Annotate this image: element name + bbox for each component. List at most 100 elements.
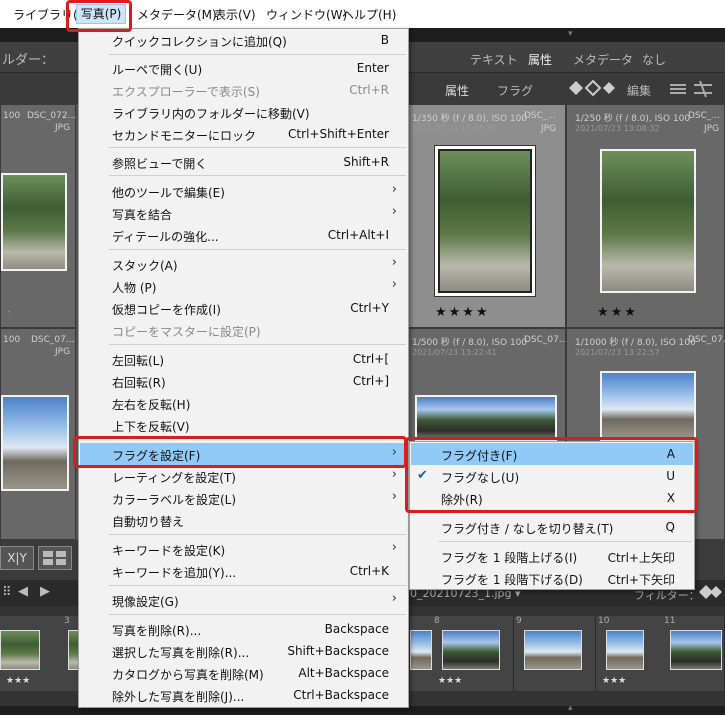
edit-filter-icons[interactable]	[668, 79, 718, 99]
flag-filter-icon[interactable]	[696, 582, 722, 605]
submenu-item-toggle-flag[interactable]: フラグ付き / なしを切り替え(T) Q	[411, 516, 693, 538]
menu-item-show-explorer: エクスプローラーで表示(S) Ctrl+R	[112, 83, 389, 99]
menu-separator	[109, 147, 406, 148]
menu-separator	[109, 54, 406, 55]
menu-item-add-keywords[interactable]: キーワードを追加(Y)... Ctrl+K	[80, 560, 407, 582]
filmstrip-item[interactable]: 9	[514, 616, 596, 691]
menu-separator	[109, 534, 406, 535]
menu-item-open-reference-view[interactable]: 参照ビューで開く Shift+R	[80, 151, 407, 173]
filmstrip-thumbnail[interactable]	[670, 630, 722, 670]
cell-filename: DSC_...	[688, 111, 721, 121]
photo-thumbnail[interactable]	[438, 149, 532, 293]
attribute-label: 属性	[445, 84, 470, 98]
photo-thumbnail[interactable]	[1, 173, 67, 271]
filter-tab-none[interactable]: なし	[642, 51, 666, 68]
photo-thumbnail[interactable]	[600, 371, 696, 441]
menu-item-enhance-details[interactable]: ディテールの強化... Ctrl+Alt+I	[80, 224, 407, 246]
menu-item-delete-rejected[interactable]: 除外した写真を削除(J)... Ctrl+Backspace	[80, 684, 407, 706]
filmstrip-thumbnail[interactable]	[442, 630, 500, 670]
submenu-item-increase-flag[interactable]: フラグを 1 段階上げる(I) Ctrl+上矢印	[411, 545, 693, 567]
submenu-arrow-icon: ›	[391, 489, 397, 504]
menu-item-auto-advance[interactable]: 自動切り替え	[80, 509, 407, 531]
menu-item-lock-second-monitor[interactable]: セカンドモニターにロック Ctrl+Shift+Enter	[80, 123, 407, 145]
cell-filename: DSC_072...	[27, 111, 77, 121]
menu-item-go-to-folder[interactable]: ライブラリ内のフォルダーに移動(V)	[80, 101, 407, 123]
filter-tab-metadata[interactable]: メタデータ	[573, 51, 633, 68]
submenu-item-decrease-flag[interactable]: フラグを 1 段階下げる(D) Ctrl+下矢印	[411, 567, 693, 589]
submenu-arrow-icon: ›	[391, 255, 397, 270]
grid-cell[interactable]: 100 DSC_072... JPG ·	[0, 104, 76, 328]
menu-item-stacking[interactable]: スタック(A) ›	[80, 253, 407, 275]
filmstrip-stars: ★★★	[6, 676, 31, 686]
cell-filename: DSC_07...	[688, 335, 725, 345]
grid-small-icon[interactable]: ⠿	[2, 585, 12, 600]
cell-date: 2021/07/23 13:22:41	[412, 348, 497, 357]
menu-item-add-quick-collection[interactable]: クイックコレクションに追加(Q) B	[80, 29, 407, 51]
cell-exif: 1/250 秒 (f / 8.0), ISO 100	[575, 114, 691, 124]
folder-filter-label: ルダー：	[2, 53, 55, 68]
rating-stars[interactable]: ★★★★	[435, 305, 490, 320]
filmstrip-item[interactable]: 8 ★★★	[432, 616, 514, 691]
filmstrip-stars: ★★★	[438, 676, 463, 686]
filmstrip-thumbnail[interactable]	[410, 630, 432, 670]
callout-photo-menu	[66, 0, 132, 32]
filmstrip-item[interactable]: 11	[662, 616, 725, 691]
menu-item-remove-photo[interactable]: 写真を削除(R)... Backspace	[80, 618, 407, 640]
menu-separator	[109, 614, 406, 615]
survey-view-icon[interactable]	[38, 546, 72, 570]
menu-item-remove-selected-photos[interactable]: 選択した写真を削除(R)... Shift+Backspace	[80, 640, 407, 662]
menu-separator	[109, 175, 406, 176]
filmstrip-thumbnail[interactable]	[0, 630, 40, 670]
menu-item-flip-horizontal[interactable]: 左右を反転(H)	[80, 392, 407, 414]
callout-flag-options	[405, 437, 698, 513]
menu-item-set-rating[interactable]: レーティングを設定(T) ›	[80, 465, 407, 487]
grid-cell[interactable]: 100 DSC_07... JPG	[0, 328, 76, 540]
expand-arrow-icon[interactable]: ▴	[568, 703, 573, 713]
collapse-arrow-icon[interactable]: ▾	[568, 29, 573, 39]
menu-item-people[interactable]: 人物 (P) ›	[80, 275, 407, 297]
filmstrip-stars: ★★★	[602, 676, 627, 686]
filmstrip-number: 9	[516, 616, 522, 626]
grid-cell[interactable]: 1/350 秒 (f / 8.0), ISO 100 DSC_... 2021/…	[408, 104, 566, 328]
menu-item-edit-in[interactable]: 他のツールで編集(E) ›	[80, 180, 407, 202]
photo-thumbnail[interactable]	[415, 395, 557, 441]
filter-tab-attribute[interactable]: 属性	[528, 51, 552, 68]
submenu-arrow-icon: ›	[391, 204, 397, 219]
filmstrip-thumbnail[interactable]	[524, 630, 582, 670]
menu-item-photo-merge[interactable]: 写真を結合 ›	[80, 202, 407, 224]
callout-set-flag	[73, 436, 407, 468]
back-arrow-icon[interactable]: ◀	[18, 584, 28, 599]
cell-exif: 1/500 秒 (f / 8.0), ISO 100	[412, 338, 528, 348]
photo-thumbnail[interactable]	[600, 149, 696, 293]
menu-separator	[438, 541, 692, 542]
menu-view[interactable]: 表示(V)	[214, 6, 256, 23]
cell-exif: 100	[3, 335, 21, 345]
cell-filetype: JPG	[55, 123, 71, 133]
grid-cell[interactable]: 1/250 秒 (f / 8.0), ISO 100 DSC_... 2021/…	[566, 104, 725, 328]
menu-metadata[interactable]: メタデータ(M)	[137, 6, 217, 23]
forward-arrow-icon[interactable]: ▶	[40, 584, 50, 599]
flag-filter-icons[interactable]	[566, 78, 616, 98]
menu-item-remove-from-catalog[interactable]: カタログから写真を削除(M) Alt+Backspace	[80, 662, 407, 684]
photo-thumbnail[interactable]	[1, 395, 69, 491]
menu-item-rotate-left[interactable]: 左回転(L) Ctrl+[	[80, 348, 407, 370]
menu-item-create-virtual-copy[interactable]: 仮想コピーを作成(I) Ctrl+Y	[80, 297, 407, 319]
menu-window[interactable]: ウィンドウ(W)	[266, 6, 347, 23]
menu-item-rotate-right[interactable]: 右回転(R) Ctrl+]	[80, 370, 407, 392]
menu-item-open-loupe[interactable]: ルーペで開く(U) Enter	[80, 57, 407, 79]
filter-tab-text[interactable]: テキスト	[470, 51, 518, 68]
submenu-arrow-icon: ›	[391, 182, 397, 197]
submenu-arrow-icon: ›	[391, 591, 397, 606]
menu-separator	[109, 249, 406, 250]
rating-stars[interactable]: ★★★	[597, 305, 638, 320]
menu-item-set-color-label[interactable]: カラーラベルを設定(L) ›	[80, 487, 407, 509]
cell-filename: DSC_07...	[524, 335, 568, 345]
menu-item-set-keyword[interactable]: キーワードを設定(K) ›	[80, 538, 407, 560]
view-mode-xy-icon[interactable]: X|Y	[0, 546, 34, 570]
menu-item-flip-vertical[interactable]: 上下を反転(V)	[80, 414, 407, 436]
menu-help[interactable]: ヘルプ(H)	[342, 6, 396, 23]
filmstrip-thumbnail[interactable]	[606, 630, 644, 670]
filmstrip-number: 8	[434, 616, 440, 626]
cell-date: 2021/07/23 13:08:30	[412, 124, 497, 133]
menu-item-develop-settings[interactable]: 現像設定(G) ›	[80, 589, 407, 611]
